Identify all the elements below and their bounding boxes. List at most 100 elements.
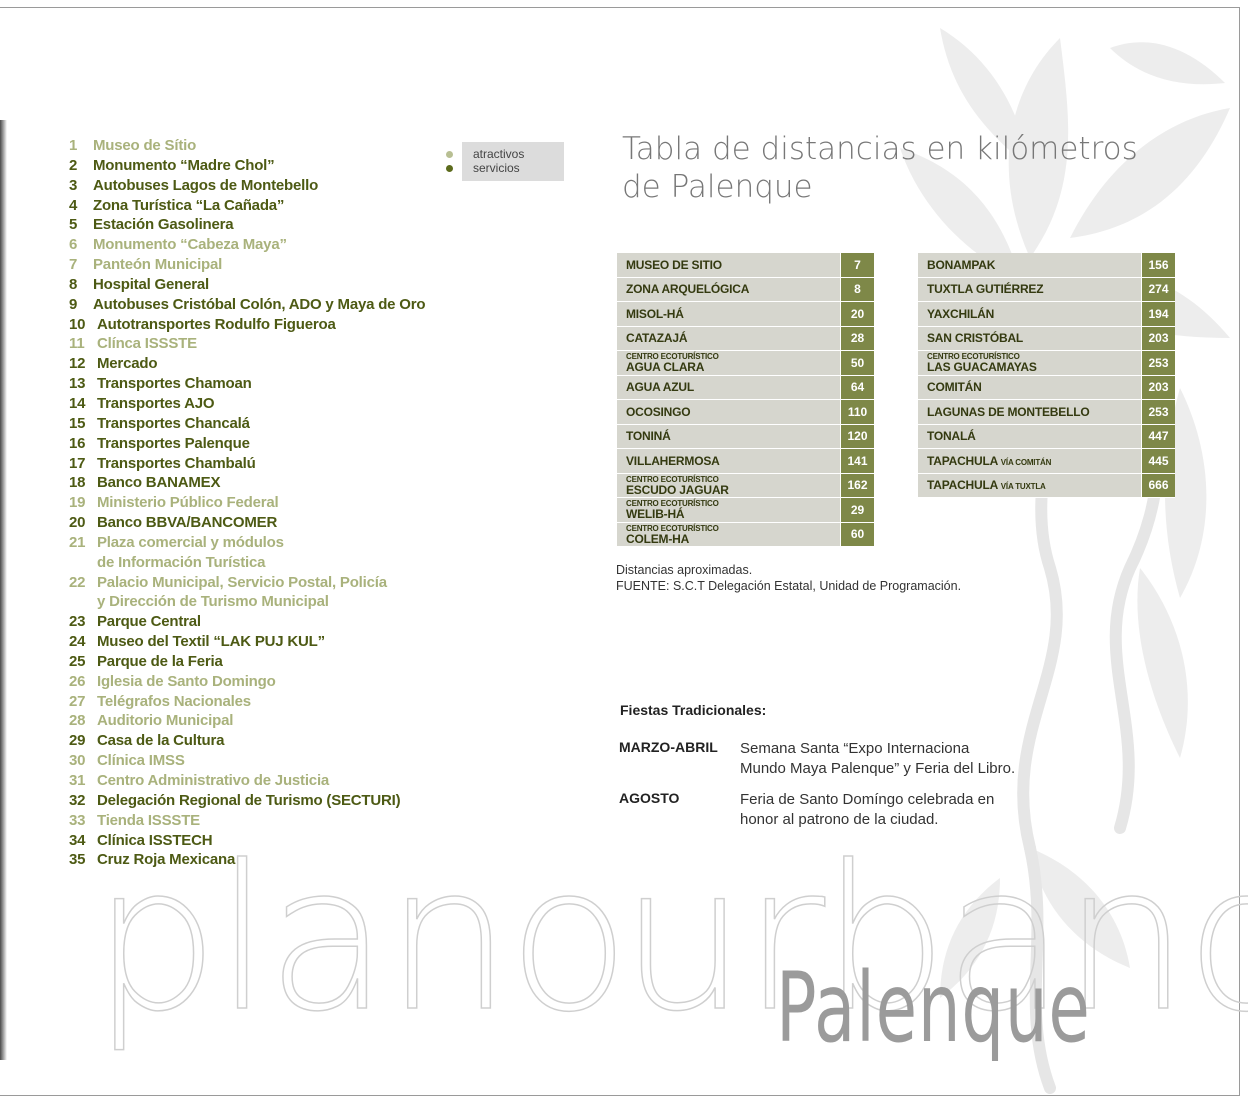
distance-row: CENTRO ECOTURÍSTICO AGUA CLARA 50	[617, 350, 874, 376]
place-number: 2	[69, 156, 78, 174]
destination-cell: CATAZAJÁ	[617, 326, 841, 351]
place-number: 9	[69, 295, 78, 313]
destination-cell: TAPACHULA VÍA COMITÁN	[918, 448, 1142, 474]
distance-km: 8	[840, 277, 874, 302]
destination-name: BONAMPAK	[927, 257, 996, 272]
place-item: 5 Estación Gasolinera	[69, 215, 425, 235]
distance-row: COMITÁN 203	[918, 375, 1175, 400]
place-item: y Dirección de Turismo Municipal	[69, 592, 425, 612]
place-item: 26 Iglesia de Santo Domingo	[69, 672, 425, 692]
distance-row: SAN CRISTÓBAL 203	[918, 326, 1175, 351]
distance-row: CATAZAJÁ 28	[617, 326, 874, 351]
destination-name: COLEM-HA	[626, 531, 690, 546]
destination-cell: TONINÁ	[617, 424, 841, 449]
place-item: 7 Panteón Municipal	[69, 255, 425, 275]
destination-name: TONALÁ	[927, 429, 976, 444]
distance-row: BONAMPAK 156	[918, 253, 1175, 278]
place-name: Transportes Palenque	[97, 434, 250, 452]
distance-row: TAPACHULA VÍA COMITÁN 445	[918, 448, 1175, 474]
distance-row: MUSEO DE SITIO 7	[617, 253, 874, 278]
distance-row: CENTRO ECOTURÍSTICO LAS GUACAMAYAS 253	[918, 350, 1175, 376]
place-name: Transportes Chancalá	[97, 414, 250, 432]
distances-heading: Tabla de distancias en kilómetros de Pal…	[622, 131, 1138, 205]
destination-name: VILLAHERMOSA	[626, 453, 720, 468]
destination-name: ESCUDO JAGUAR	[626, 482, 729, 497]
destination-name: TAPACHULA	[927, 478, 998, 493]
fiesta-line: honor al patrono de la ciudad.	[740, 810, 939, 828]
distance-km: 64	[840, 375, 874, 400]
place-item: 35 Cruz Roja Mexicana	[69, 850, 425, 870]
destination-name: LAS GUACAMAYAS	[927, 360, 1037, 375]
destination-name: MISOL-HÁ	[626, 306, 684, 321]
distance-row: MISOL-HÁ 20	[617, 301, 874, 327]
distance-row: CENTRO ECOTURÍSTICO ESCUDO JAGUAR 162	[617, 473, 874, 498]
place-item: 22 Palacio Municipal, Servicio Postal, Po…	[69, 573, 425, 593]
place-number: 35	[69, 851, 86, 869]
legend-label-atractivos: atractivos	[473, 147, 525, 161]
destination-name: SAN CRISTÓBAL	[927, 331, 1024, 346]
legend-dot-atractivos	[446, 151, 453, 158]
place-number: 30	[69, 752, 86, 770]
distance-km: 7	[840, 253, 874, 278]
destination-cell: TUXTLA GUTIÉRREZ	[918, 277, 1142, 302]
distance-km: 203	[1141, 326, 1175, 351]
distance-km: 20	[840, 301, 874, 327]
place-name: Monumento “Cabeza Maya”	[93, 236, 287, 254]
place-item: 10 Autotransportes Rodulfo Figueroa	[69, 315, 425, 335]
place-item: 21 Plaza comercial y módulos	[69, 533, 425, 553]
destination-name: AGUA AZUL	[626, 380, 694, 395]
place-item: 8 Hospital General	[69, 275, 425, 295]
place-name: Clínca ISSSTE	[97, 335, 197, 353]
destination-name: MUSEO DE SITIO	[626, 257, 722, 272]
destination-cell: YAXCHILÁN	[918, 301, 1142, 327]
destination-cell: OCOSINGO	[617, 399, 841, 425]
place-number: 21	[69, 533, 86, 551]
place-name: de Información Turística	[97, 553, 266, 571]
distance-km: 253	[1141, 399, 1175, 425]
destination-name: TUXTLA GUTIÉRREZ	[927, 282, 1044, 297]
place-number: 25	[69, 652, 86, 670]
place-name: Museo de Sítio	[93, 137, 197, 154]
distance-row: YAXCHILÁN 194	[918, 301, 1175, 327]
destination-cell: TONALÁ	[918, 424, 1142, 449]
place-number: 1	[69, 137, 78, 154]
distance-km: 666	[1141, 473, 1175, 498]
fiesta-label-marzo-abril: MARZO-ABRIL	[619, 739, 718, 755]
fiesta-description-marzo-abril: Semana Santa “Expo Internaciona Mundo Ma…	[740, 739, 1070, 778]
destination-name: COMITÁN	[927, 380, 982, 395]
distance-km: 28	[840, 326, 874, 351]
place-item: 9 Autobuses Cristóbal Colón, ADO y Maya d…	[69, 295, 426, 315]
legend: atractivos servicios	[440, 142, 564, 181]
place-item: 33 Tienda ISSSTE	[69, 811, 425, 831]
place-number: 34	[69, 831, 86, 849]
place-item: 29 Casa de la Cultura	[69, 731, 425, 751]
destination-cell: VILLAHERMOSA	[617, 448, 841, 474]
place-item: 24 Museo del Textil “LAK PUJ KUL”	[69, 632, 425, 652]
place-name: Panteón Municipal	[93, 256, 223, 274]
place-item: 30 Clínica IMSS	[69, 751, 425, 771]
destination-name: YAXCHILÁN	[927, 306, 995, 321]
destination-cell: CENTRO ECOTURÍSTICO COLEM-HA	[617, 522, 841, 547]
place-item: 19 Ministerio Público Federal	[69, 493, 425, 513]
distance-row: CENTRO ECOTURÍSTICO COLEM-HA 60	[617, 522, 874, 547]
place-item: 23 Parque Central	[69, 612, 425, 632]
place-name: y Dirección de Turismo Municipal	[97, 593, 329, 611]
place-item: 4 Zona Turística “La Cañada”	[69, 196, 425, 216]
distance-row: AGUA AZUL 64	[617, 375, 874, 400]
place-name: Autobuses Lagos de Montebello	[93, 176, 319, 194]
destination-name: CATAZAJÁ	[626, 331, 688, 346]
destination-name: WELIB-HÁ	[626, 507, 685, 522]
fiesta-line: Semana Santa “Expo Internaciona	[740, 740, 970, 757]
distance-table-2: BONAMPAK 156 TUXTLA GUTIÉRREZ 274 YAXCHILÁN 1…	[918, 253, 1175, 498]
place-item: 18 Banco BANAMEX	[69, 473, 425, 493]
distance-row: ZONA ARQUELÓGICA 8	[617, 277, 874, 302]
place-name: Transportes Chambalú	[97, 454, 256, 472]
place-number: 7	[69, 256, 78, 274]
place-item: 27 Telégrafos Nacionales	[69, 692, 425, 712]
distance-row: TAPACHULA VÍA TUXTLA 666	[918, 473, 1175, 498]
place-name: Delegación Regional de Turismo (SECTURI)	[97, 791, 401, 809]
fiesta-line: Mundo Maya Palenque” y Feria del Libro.	[740, 759, 1016, 777]
place-name: Casa de la Cultura	[97, 732, 225, 750]
place-number: 22	[69, 573, 86, 591]
place-item: 11 Clínca ISSSTE	[69, 334, 425, 354]
